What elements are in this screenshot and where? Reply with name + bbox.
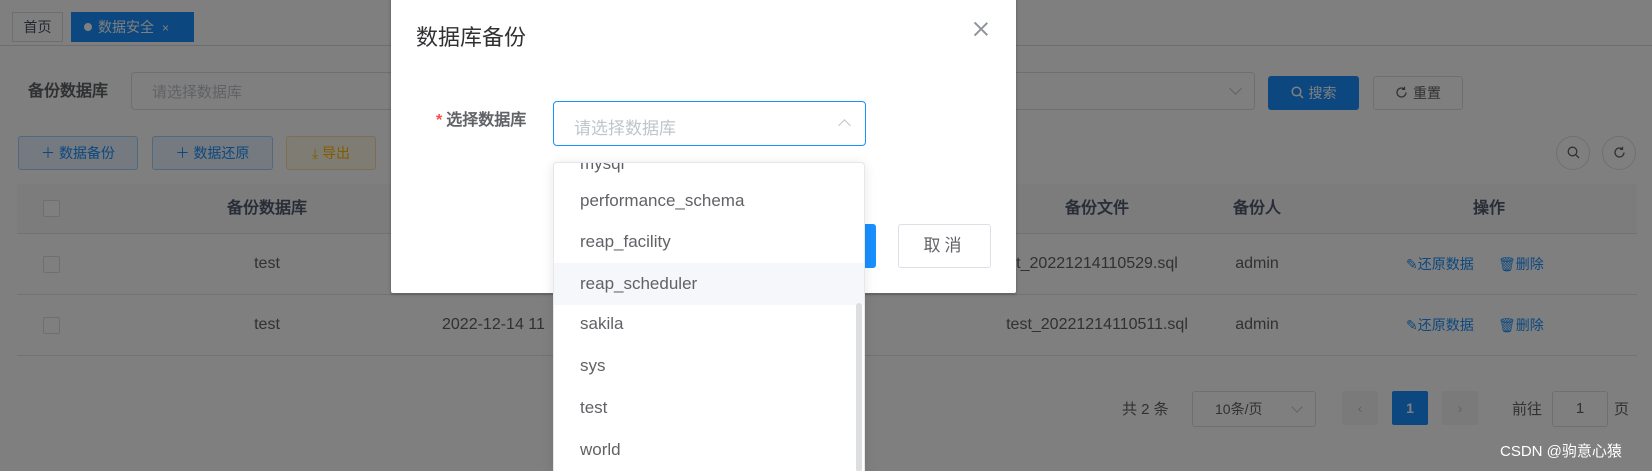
dropdown-option[interactable]: test (554, 387, 864, 429)
dropdown-option[interactable]: sys (554, 345, 864, 387)
database-select-placeholder: 请选择数据库 (574, 119, 676, 138)
cancel-button[interactable]: 取消 (898, 224, 991, 268)
watermark: CSDN @驹意心猿 (1500, 443, 1622, 460)
dropdown-scrollbar[interactable] (856, 303, 862, 471)
database-field-label-text: 选择数据库 (446, 112, 527, 129)
dropdown-option[interactable]: sakila (554, 303, 864, 345)
chevron-up-icon (838, 119, 851, 132)
dialog-title: 数据库备份 (416, 25, 527, 50)
database-select[interactable]: 请选择数据库 (553, 101, 866, 146)
dropdown-option[interactable]: reap_facility (554, 221, 864, 263)
database-dropdown: mysql performance_schema reap_facility r… (553, 162, 865, 471)
dropdown-option[interactable]: reap_scheduler (554, 263, 864, 305)
close-icon[interactable] (972, 20, 990, 38)
database-field-label: * 选择数据库 (436, 106, 526, 130)
dropdown-option[interactable]: performance_schema (554, 180, 864, 222)
required-marker: * (436, 112, 443, 129)
dropdown-option[interactable]: world (554, 429, 864, 471)
